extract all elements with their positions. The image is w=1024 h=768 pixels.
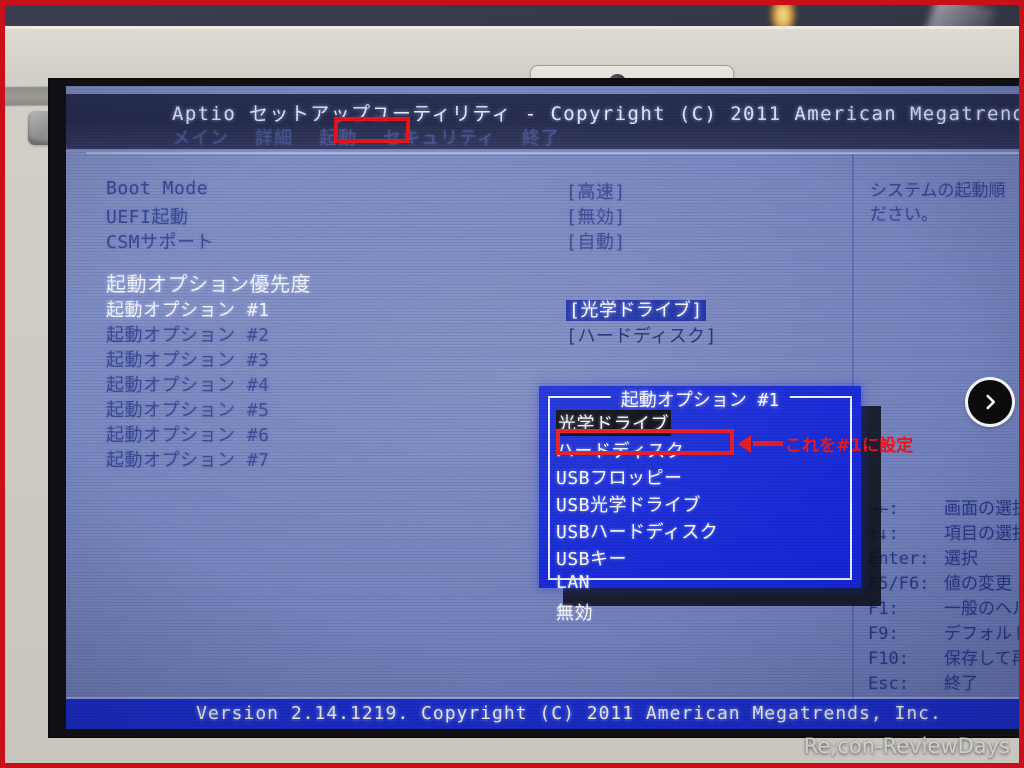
bios-screen: Aptio セットアップユーティリティ - Copyright (C) 2011… <box>66 86 1024 729</box>
setting-label-csm-support[interactable]: CSMサポート <box>106 228 214 254</box>
key-f9: F9: <box>868 624 899 644</box>
tab-exit[interactable]: 終了 <box>522 124 560 150</box>
chevron-right-icon <box>986 394 996 410</box>
key-action-change-value: 値の変更 <box>944 574 1012 594</box>
boot-option-label-1[interactable]: 起動オプション #1 <box>106 296 270 322</box>
boot-option-label-2[interactable]: 起動オプション #2 <box>106 321 270 347</box>
popup-item-usb-hard-disk[interactable]: USBハードディスク <box>556 518 718 544</box>
tab-main[interactable]: メイン <box>172 124 229 150</box>
setting-value-csm-support[interactable]: [自動] <box>566 228 626 254</box>
help-text-line-2: ださい。 <box>870 205 938 225</box>
bios-title-text: Aptio セットアップユーティリティ - Copyright (C) 2011… <box>172 103 1024 125</box>
boot-option-label-7[interactable]: 起動オプション #7 <box>106 446 270 472</box>
popup-item-usb-floppy[interactable]: USBフロッピー <box>556 464 683 490</box>
setting-label-boot-mode[interactable]: Boot Mode <box>106 178 208 199</box>
watermark: Re;con-ReviewDays <box>803 734 1010 758</box>
annotation-text: これを#1に設定 <box>785 436 914 456</box>
key-action-defaults: デフォルト <box>944 624 1024 644</box>
setting-value-boot-mode[interactable]: [高速] <box>566 178 626 204</box>
annotation-callout: これを#1に設定 <box>738 431 913 456</box>
tab-advanced[interactable]: 詳細 <box>255 124 293 150</box>
header-divider <box>86 152 1024 154</box>
popup-item-lan[interactable]: LAN <box>556 572 590 593</box>
setting-label-uefi-boot[interactable]: UEFI起動 <box>106 203 188 229</box>
boot-option-label-5[interactable]: 起動オプション #5 <box>106 396 270 422</box>
screen-bezel: Aptio セットアップユーティリティ - Copyright (C) 2011… <box>48 78 1024 738</box>
setting-value-uefi-boot[interactable]: [無効] <box>566 203 626 229</box>
section-heading-boot-priority: 起動オプション優先度 <box>106 272 311 296</box>
key-esc: Esc: <box>868 674 909 694</box>
annotation-highlight-boot-tab <box>334 117 410 143</box>
annotation-highlight-hard-disk <box>556 429 734 455</box>
popup-item-usb-key[interactable]: USBキー <box>556 545 627 571</box>
key-action-select: 選択 <box>944 549 978 569</box>
key-action-save-exit: 保存して再 <box>944 649 1024 669</box>
key-f10: F10: <box>868 649 909 669</box>
popup-inner-border: 起動オプション #1 光学ドライブ ハードディスク USBフロッピー USB光学… <box>548 386 852 624</box>
boot-option-popup: 起動オプション #1 光学ドライブ ハードディスク USBフロッピー USB光学… <box>539 386 861 624</box>
boot-option-value-2[interactable]: [ハードディスク] <box>566 322 717 348</box>
popup-item-disabled[interactable]: 無効 <box>556 599 593 625</box>
key-action-general-help: 一般のヘル <box>944 599 1024 619</box>
boot-option-value-1[interactable]: [光学ドライブ] <box>566 300 706 321</box>
arrow-shaft <box>753 441 783 446</box>
bios-titlebar: Aptio セットアップユーティリティ - Copyright (C) 2011… <box>66 94 1024 125</box>
help-text-line-1: システムの起動順 <box>870 181 1006 201</box>
key-action-exit: 終了 <box>944 674 978 694</box>
boot-option-label-3[interactable]: 起動オプション #3 <box>106 346 270 372</box>
popup-item-usb-optical-drive[interactable]: USB光学ドライブ <box>556 491 701 517</box>
key-action-item-select: 項目の選択 <box>944 524 1024 544</box>
popup-title: 起動オプション #1 <box>610 386 790 412</box>
bios-version-text: Version 2.14.1219. Copyright (C) 2011 Am… <box>196 703 942 724</box>
boot-option-label-4[interactable]: 起動オプション #4 <box>106 371 270 397</box>
bios-menubar: メイン 詳細 起動 セキュリティ 終了 <box>66 124 1024 149</box>
key-action-screen-select: 画面の選択 <box>944 499 1024 519</box>
arrow-left-icon <box>738 434 751 453</box>
next-image-button[interactable] <box>968 380 1012 424</box>
help-pane: システムの起動順 ださい。 →←: 画面の選択 ↑↓: 項目の選択 Enter: 選択… <box>860 156 1024 701</box>
boot-option-label-6[interactable]: 起動オプション #6 <box>106 421 270 447</box>
bios-footer: Version 2.14.1219. Copyright (C) 2011 Am… <box>66 699 1024 729</box>
photograph-of-laptop-screen: Aptio セットアップユーティリティ - Copyright (C) 2011… <box>0 0 1024 768</box>
